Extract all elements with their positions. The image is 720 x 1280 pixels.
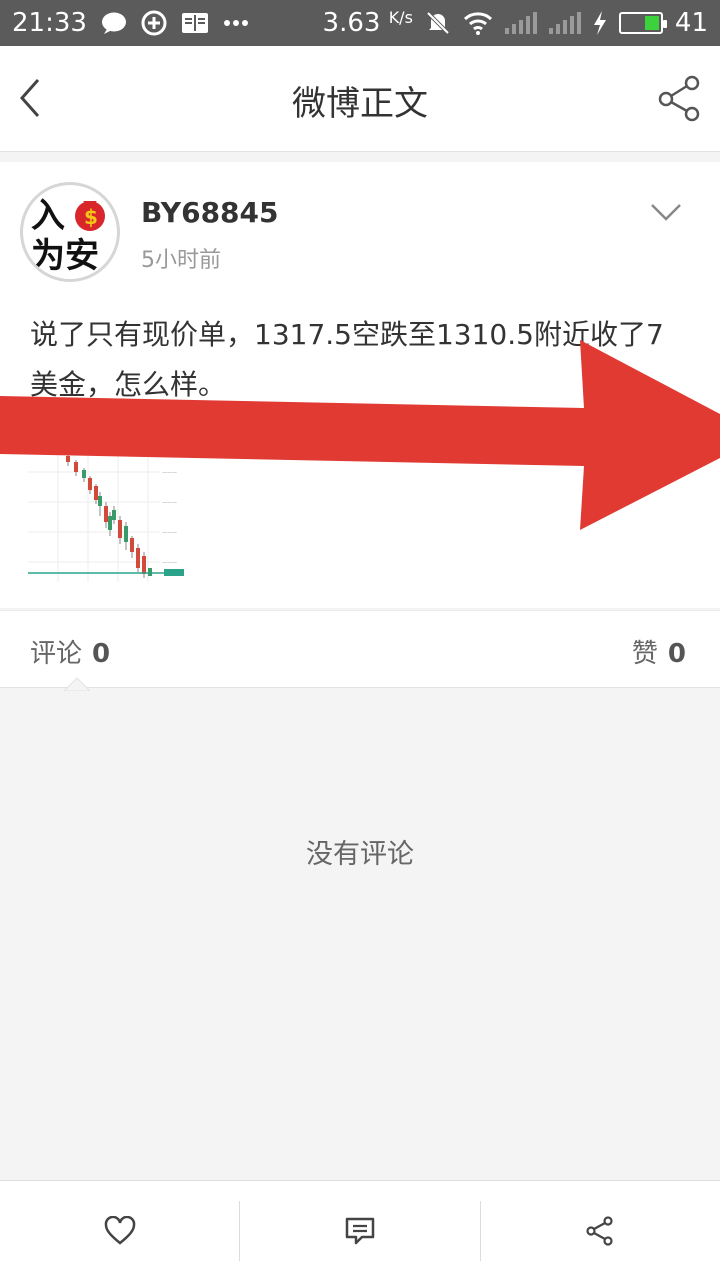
comment-icon	[345, 1217, 375, 1244]
net-speed: 3.63 K/s	[323, 8, 413, 38]
tab-comments[interactable]: 评论 0	[30, 633, 110, 670]
comments-count: 0	[92, 639, 111, 669]
post-counters: 评论 0 赞0	[0, 610, 720, 691]
comment-button[interactable]	[240, 1181, 479, 1280]
status-time: 21:33	[12, 8, 87, 38]
mute-icon	[425, 10, 451, 36]
tab-likes[interactable]: 赞0	[632, 633, 686, 670]
post-menu-button[interactable]	[650, 202, 682, 222]
signal-icon	[504, 12, 537, 34]
svg-text:$: $	[84, 205, 98, 229]
post-time: 5小时前	[141, 248, 221, 273]
signal-icon	[548, 12, 581, 34]
active-tab-caret	[64, 677, 90, 691]
sync-icon	[141, 10, 167, 36]
red-arrow-overlay	[0, 340, 720, 530]
net-speed-value: 3.63	[322, 8, 381, 38]
charging-icon	[593, 11, 607, 35]
reader-icon	[181, 11, 209, 35]
likes-label: 赞	[631, 639, 658, 669]
username[interactable]: BY68845	[141, 196, 279, 229]
battery-icon	[618, 12, 667, 34]
empty-comments-message: 没有评论	[306, 839, 414, 870]
page-title: 微博正文	[292, 84, 428, 124]
status-bar: 21:33 3.63 K/s 41	[0, 0, 720, 46]
avatar[interactable]: 入 $ 为安	[20, 182, 120, 282]
bottom-action-bar	[0, 1180, 720, 1280]
nav-header: 微博正文	[0, 46, 720, 152]
share-icon	[586, 1215, 613, 1246]
likes-count: 0	[667, 639, 686, 669]
chevron-down-icon	[651, 204, 681, 221]
battery-level: 41	[674, 8, 708, 38]
share-bottom-button[interactable]	[481, 1181, 720, 1280]
share-icon	[658, 75, 700, 122]
net-speed-unit: K/s	[388, 8, 413, 27]
avatar-text-top: 入	[31, 196, 65, 236]
chat-bubble-icon	[101, 11, 127, 35]
svg-text:———: ———	[162, 560, 177, 566]
more-dots-icon	[223, 19, 249, 27]
heart-icon	[104, 1215, 135, 1245]
share-button[interactable]	[656, 74, 704, 122]
wifi-icon	[463, 11, 493, 35]
like-button[interactable]	[0, 1181, 239, 1280]
comments-label: 评论	[30, 639, 83, 669]
avatar-text-bottom: 为安	[31, 236, 99, 276]
